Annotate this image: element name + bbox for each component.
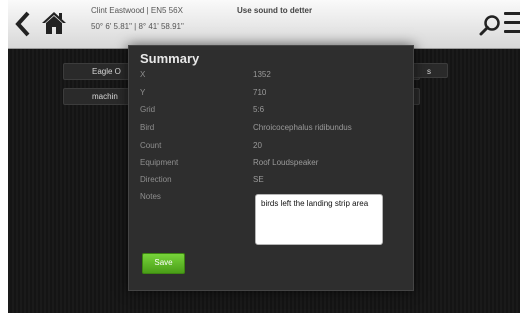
- field-label-y: Y: [140, 88, 146, 97]
- notes-label: Notes: [140, 192, 161, 201]
- field-value-direction: SE: [253, 175, 264, 184]
- location-coordinates: 50° 6' 5.81" | 8° 41' 58.91": [91, 22, 184, 31]
- field-value-count: 20: [253, 141, 262, 150]
- field-value-equipment: Roof Loudspeaker: [253, 158, 319, 167]
- summary-dialog: Summary X 1352 Y 710 Grid 5:6 Bird Chroi…: [128, 45, 414, 291]
- back-arrow-icon[interactable]: [13, 10, 33, 38]
- search-icon[interactable]: [479, 14, 501, 36]
- app-screen: Clint Eastwood | EN5 56X 50° 6' 5.81" | …: [8, 0, 520, 313]
- field-value-y: 710: [253, 88, 267, 97]
- field-value-grid: 5:6: [253, 105, 265, 114]
- hamburger-menu-icon[interactable]: [504, 12, 520, 38]
- field-label-equipment: Equipment: [140, 158, 179, 167]
- save-button[interactable]: Save: [142, 253, 185, 274]
- field-value-x: 1352: [253, 70, 271, 79]
- field-label-grid: Grid: [140, 105, 156, 114]
- top-bar: Clint Eastwood | EN5 56X 50° 6' 5.81" | …: [8, 0, 520, 49]
- field-label-bird: Bird: [140, 123, 155, 132]
- field-value-bird: Chroicocephalus ridibundus: [253, 123, 352, 132]
- field-label-count: Count: [140, 141, 162, 150]
- field-label-x: X: [140, 70, 146, 79]
- location-name: Clint Eastwood | EN5 56X: [91, 6, 183, 15]
- dialog-title: Summary: [140, 51, 200, 66]
- mode-title: Use sound to detter: [237, 6, 313, 15]
- field-label-direction: Direction: [140, 175, 172, 184]
- notes-textarea[interactable]: birds left the landing strip area: [255, 194, 383, 245]
- home-icon[interactable]: [41, 11, 67, 35]
- content-area: Eagle O s machin Summary X 1352 Y 710 Gr…: [8, 45, 520, 313]
